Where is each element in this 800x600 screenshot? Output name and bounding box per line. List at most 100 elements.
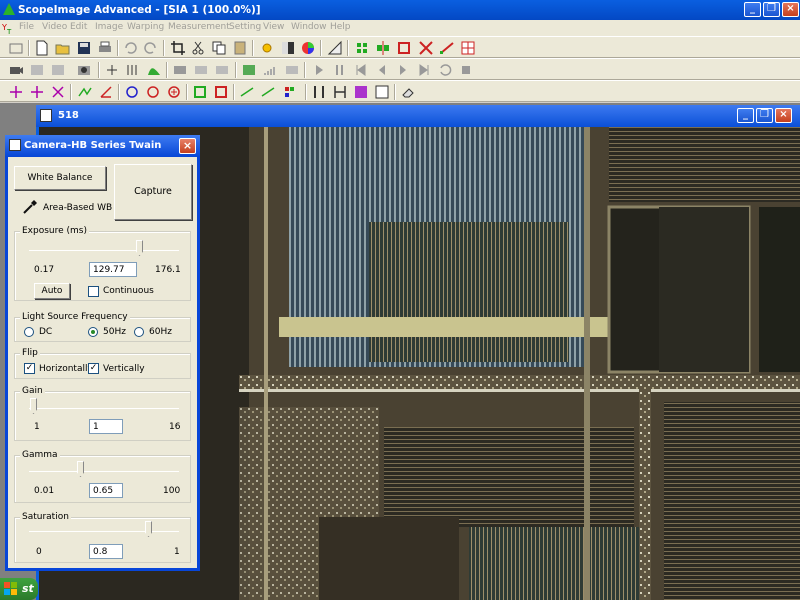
point-cross-icon[interactable] xyxy=(50,84,66,100)
line-nodes-icon[interactable] xyxy=(239,84,255,100)
timelapse-icon[interactable] xyxy=(214,62,230,78)
menu-image[interactable]: Image xyxy=(95,22,123,32)
video-file-icon[interactable] xyxy=(241,62,257,78)
gamma-slider[interactable] xyxy=(77,461,84,477)
ruler-icon[interactable] xyxy=(327,40,343,56)
crop-icon[interactable] xyxy=(170,40,186,56)
align-icon[interactable] xyxy=(375,40,391,56)
camera-icon[interactable] xyxy=(8,62,24,78)
contrast-icon[interactable] xyxy=(280,40,296,56)
next-frame-icon[interactable] xyxy=(395,62,411,78)
menu-view[interactable]: View xyxy=(263,22,284,32)
stop-icon[interactable] xyxy=(458,62,474,78)
gamma-value-field[interactable]: 0.65 xyxy=(89,483,123,498)
mosaic-icon[interactable] xyxy=(460,40,476,56)
menu-video[interactable]: Video xyxy=(42,22,67,32)
circle-icon[interactable] xyxy=(124,84,140,100)
rewind-icon[interactable] xyxy=(437,62,453,78)
gain-slider[interactable] xyxy=(30,398,37,414)
paste-icon[interactable] xyxy=(232,40,248,56)
polyline-icon[interactable] xyxy=(77,84,93,100)
point-icon[interactable] xyxy=(8,84,24,100)
distance-h-icon[interactable] xyxy=(332,84,348,100)
open-folder-icon[interactable] xyxy=(55,40,71,56)
select-region-icon[interactable] xyxy=(396,40,412,56)
angle-icon[interactable] xyxy=(98,84,114,100)
print-icon[interactable] xyxy=(97,40,113,56)
menu-setting[interactable]: Setting xyxy=(229,22,261,32)
avi-icon[interactable] xyxy=(284,62,300,78)
rectangle-select-icon[interactable] xyxy=(213,84,229,100)
eraser-icon[interactable] xyxy=(400,84,416,100)
rectangle-icon[interactable] xyxy=(192,84,208,100)
flip-horizontal-checkbox[interactable]: ✓ xyxy=(24,363,35,374)
gain-value-field[interactable]: 1 xyxy=(89,419,123,434)
document-icon: Y T xyxy=(2,23,12,35)
start-button[interactable]: st xyxy=(0,578,38,600)
new-file-icon[interactable] xyxy=(34,40,50,56)
copy-image-icon[interactable] xyxy=(374,84,390,100)
menu-window[interactable]: Window xyxy=(291,22,327,32)
point-add-icon[interactable] xyxy=(29,84,45,100)
saturation-value-field[interactable]: 0.8 xyxy=(89,544,123,559)
saturation-label: Saturation xyxy=(20,512,71,522)
eyedropper-icon[interactable] xyxy=(22,199,38,215)
play-icon[interactable] xyxy=(311,62,327,78)
exposure-slider[interactable] xyxy=(136,240,143,256)
minimize-button[interactable]: _ xyxy=(744,2,761,17)
video-capture-icon[interactable] xyxy=(29,62,45,78)
saturation-slider[interactable] xyxy=(145,521,152,537)
menu-edit[interactable]: Edit xyxy=(70,22,87,32)
flip-vertical-label: Vertically xyxy=(103,364,145,374)
first-frame-icon[interactable] xyxy=(353,62,369,78)
menu-help[interactable]: Help xyxy=(330,22,351,32)
white-balance-button[interactable]: White Balance xyxy=(14,166,106,190)
continuous-checkbox[interactable] xyxy=(88,286,99,297)
cut-icon[interactable] xyxy=(190,40,206,56)
flip-vertical-checkbox[interactable]: ✓ xyxy=(88,363,99,374)
palette-icon[interactable] xyxy=(283,84,299,100)
last-frame-icon[interactable] xyxy=(416,62,432,78)
menu-warping[interactable]: Warping xyxy=(127,22,164,32)
close-button[interactable]: × xyxy=(782,2,799,17)
brightness-icon[interactable] xyxy=(259,40,275,56)
exposure-value-field[interactable]: 129.77 xyxy=(89,262,137,277)
histogram-icon[interactable] xyxy=(146,62,162,78)
circle-3pt-icon[interactable] xyxy=(145,84,161,100)
60hz-radio[interactable] xyxy=(134,327,144,337)
image-compare-icon[interactable] xyxy=(353,84,369,100)
50hz-radio[interactable] xyxy=(88,327,98,337)
save-icon[interactable] xyxy=(76,40,92,56)
capture-button[interactable]: Capture xyxy=(114,164,192,220)
dc-radio[interactable] xyxy=(24,327,34,337)
auto-exposure-button[interactable]: Auto xyxy=(34,283,70,299)
video-settings-icon[interactable] xyxy=(50,62,66,78)
previous-frame-icon[interactable] xyxy=(374,62,390,78)
playback-icon[interactable] xyxy=(193,62,209,78)
menu-measurement[interactable]: Measurement xyxy=(168,22,230,32)
toolbar-grip-icon[interactable] xyxy=(8,40,24,56)
record-icon[interactable] xyxy=(172,62,188,78)
image-close-button[interactable]: × xyxy=(775,108,792,123)
image-restore-button[interactable]: ❐ xyxy=(756,108,773,123)
toolbar-separator xyxy=(118,84,120,100)
redo-icon[interactable] xyxy=(143,40,159,56)
copy-icon[interactable] xyxy=(211,40,227,56)
color-wheel-icon[interactable] xyxy=(300,40,316,56)
signal-icon[interactable] xyxy=(262,62,278,78)
distance-icon[interactable] xyxy=(311,84,327,100)
image-minimize-button[interactable]: _ xyxy=(737,108,754,123)
link-nodes-icon[interactable] xyxy=(260,84,276,100)
restore-button[interactable]: ❐ xyxy=(763,2,780,17)
undo-icon[interactable] xyxy=(122,40,138,56)
pause-icon[interactable] xyxy=(332,62,348,78)
circle-center-icon[interactable] xyxy=(166,84,182,100)
snapshot-icon[interactable] xyxy=(76,62,92,78)
warp-icon[interactable] xyxy=(439,40,455,56)
menu-file[interactable]: File xyxy=(19,22,34,32)
cross-region-icon[interactable] xyxy=(418,40,434,56)
grid-icon[interactable] xyxy=(354,40,370,56)
bars-icon[interactable] xyxy=(125,62,141,78)
dialog-close-button[interactable]: × xyxy=(179,138,196,154)
split-icon[interactable] xyxy=(104,62,120,78)
